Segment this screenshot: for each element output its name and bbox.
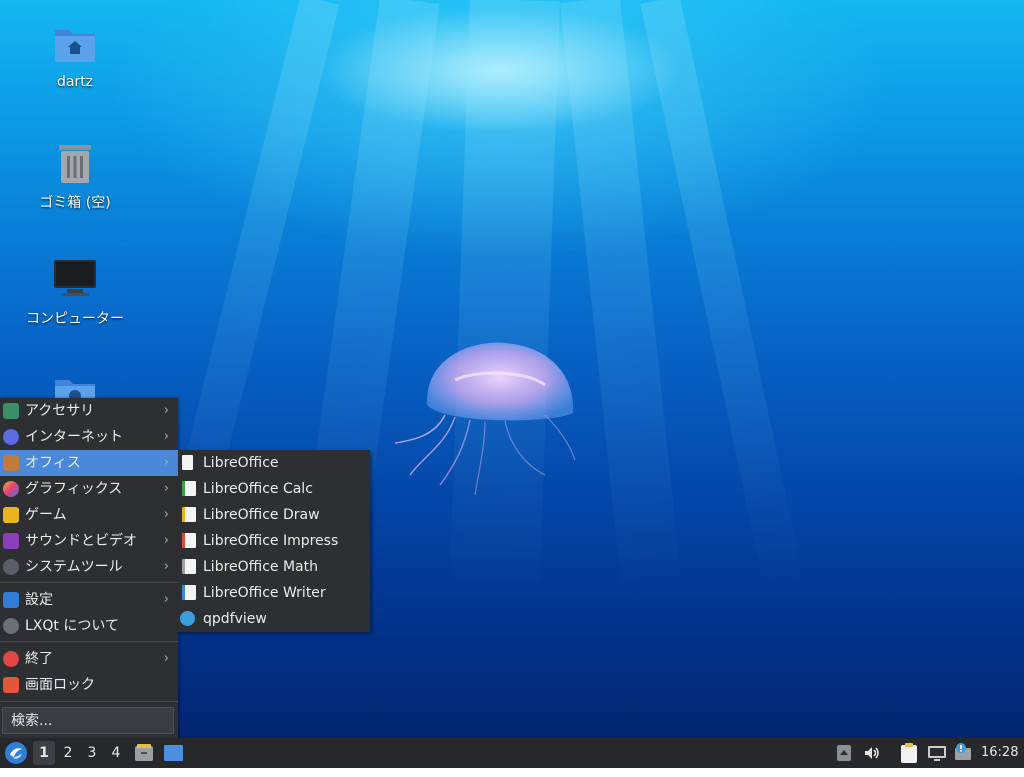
submenu-item-qpdfview[interactable]: qpdfview	[178, 606, 370, 632]
desktop-switch-3[interactable]: 3	[81, 741, 103, 765]
menu-item-office[interactable]: オフィス ›	[0, 450, 178, 476]
libreoffice-impress-icon	[182, 533, 196, 548]
desktop-icon-trash[interactable]: ゴミ箱 (空)	[20, 140, 130, 212]
chevron-right-icon: ›	[163, 651, 169, 666]
desktop-switch-2[interactable]: 2	[57, 741, 79, 765]
jellyfish-image	[394, 342, 576, 496]
desktop-switch-4[interactable]: 4	[105, 741, 127, 765]
menu-item-lock-screen[interactable]: 画面ロック	[0, 672, 178, 698]
submenu-item-libreoffice-calc[interactable]: LibreOffice Calc	[178, 476, 370, 502]
chevron-right-icon: ›	[163, 533, 169, 548]
clipboard-icon	[901, 743, 917, 763]
qpdfview-icon	[180, 611, 195, 626]
chevron-right-icon: ›	[163, 455, 169, 470]
taskbar: 1 2 3 4 16:28	[0, 738, 1024, 768]
volume-control[interactable]	[863, 744, 881, 762]
submenu-item-libreoffice[interactable]: LibreOffice	[178, 450, 370, 476]
menu-item-settings[interactable]: 設定 ›	[0, 587, 178, 613]
clock[interactable]: 16:28	[981, 738, 1021, 768]
libreoffice-draw-icon	[182, 507, 196, 522]
submenu-item-libreoffice-draw[interactable]: LibreOffice Draw	[178, 502, 370, 528]
desktop-icon-label: dartz	[56, 74, 94, 90]
office-icon	[3, 455, 19, 471]
show-desktop-button[interactable]	[163, 743, 184, 763]
libreoffice-calc-icon	[182, 481, 196, 496]
file-manager-icon	[135, 744, 153, 761]
settings-icon	[3, 592, 19, 608]
menu-separator	[0, 582, 178, 583]
home-folder-icon	[51, 22, 99, 70]
chevron-right-icon: ›	[163, 559, 169, 574]
start-menu-button[interactable]	[4, 741, 28, 765]
menu-item-leave[interactable]: 終了 ›	[0, 646, 178, 672]
show-desktop-icon	[164, 745, 183, 761]
application-menu: アクセサリ › インターネット › オフィス › グラフィックス › ゲーム ›…	[0, 398, 178, 738]
submenu-item-libreoffice-impress[interactable]: LibreOffice Impress	[178, 528, 370, 554]
trash-icon	[51, 140, 99, 188]
chevron-right-icon: ›	[163, 507, 169, 522]
system-tools-icon	[3, 559, 19, 575]
graphics-icon	[3, 481, 19, 497]
power-icon	[3, 651, 19, 667]
menu-separator	[0, 701, 178, 702]
volume-icon	[865, 747, 879, 759]
libreoffice-math-icon	[182, 559, 196, 574]
tray-expand-button[interactable]	[836, 744, 852, 762]
chevron-right-icon: ›	[163, 481, 169, 496]
menu-item-graphics[interactable]: グラフィックス ›	[0, 476, 178, 502]
libreoffice-icon	[182, 455, 193, 470]
accessories-icon	[3, 403, 19, 419]
chevron-right-icon: ›	[163, 429, 169, 444]
computer-icon	[51, 256, 99, 304]
light-ray	[449, 0, 560, 602]
menu-separator	[0, 641, 178, 642]
chevron-right-icon: ›	[163, 592, 169, 607]
menu-item-accessories[interactable]: アクセサリ ›	[0, 398, 178, 424]
menu-item-internet[interactable]: インターネット ›	[0, 424, 178, 450]
lubuntu-logo-icon	[5, 742, 27, 764]
menu-item-about-lxqt[interactable]: LXQt について	[0, 613, 178, 639]
update-notifier[interactable]	[953, 742, 973, 764]
multimedia-icon	[3, 533, 19, 549]
desktop-icon-home[interactable]: dartz	[20, 22, 130, 90]
menu-item-system-tools[interactable]: システムツール ›	[0, 554, 178, 580]
menu-item-multimedia[interactable]: サウンドとビデオ ›	[0, 528, 178, 554]
libreoffice-writer-icon	[182, 585, 196, 600]
internet-icon	[3, 429, 19, 445]
tray-up-arrow-icon	[837, 745, 851, 761]
games-icon	[3, 507, 19, 523]
file-manager-launcher[interactable]	[134, 743, 154, 763]
network-icon	[928, 746, 946, 761]
desktop-switch-1[interactable]: 1	[33, 741, 55, 765]
desktop-icon-computer[interactable]: コンピューター	[20, 256, 130, 328]
menu-search-input[interactable]: 検索...	[2, 707, 174, 734]
submenu-item-libreoffice-writer[interactable]: LibreOffice Writer	[178, 580, 370, 606]
chevron-right-icon: ›	[163, 403, 169, 418]
network-status[interactable]	[927, 743, 947, 763]
menu-item-games[interactable]: ゲーム ›	[0, 502, 178, 528]
info-icon	[3, 618, 19, 634]
office-submenu: LibreOffice LibreOffice Calc LibreOffice…	[178, 450, 370, 632]
desktop-icon-label: ゴミ箱 (空)	[39, 195, 111, 211]
lock-icon	[3, 677, 19, 693]
desktop-icon-label: コンピューター	[26, 311, 124, 327]
update-notifier-icon	[955, 743, 971, 760]
clipboard-manager[interactable]	[899, 742, 919, 764]
submenu-item-libreoffice-math[interactable]: LibreOffice Math	[178, 554, 370, 580]
